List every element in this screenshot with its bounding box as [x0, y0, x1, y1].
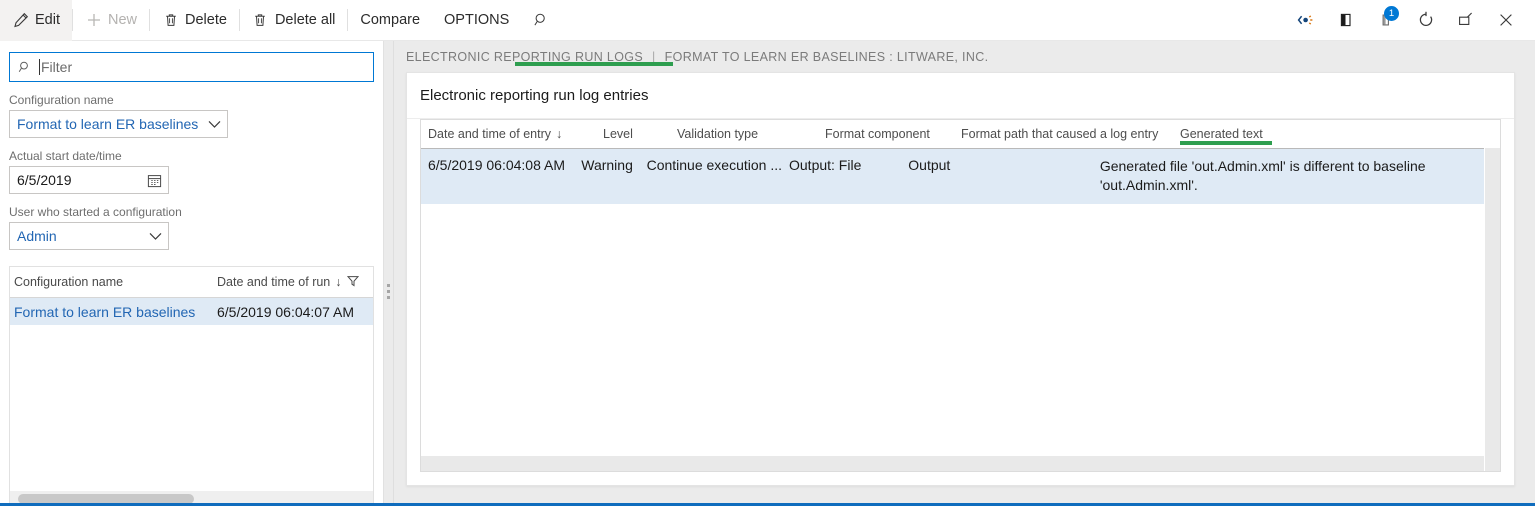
- breadcrumb-current: FORMAT TO LEARN ER BASELINES : LITWARE, …: [665, 50, 989, 64]
- generated-text-cell-annotation: [515, 62, 673, 66]
- close-icon[interactable]: [1487, 0, 1525, 41]
- refresh-icon[interactable]: [1407, 0, 1445, 41]
- help-book-icon[interactable]: [1327, 0, 1365, 41]
- column-header-date-and-time-of-entry-label: Date and time of entry: [428, 127, 551, 141]
- toolbar-search-button[interactable]: [521, 0, 562, 41]
- actual-start-date-value: 6/5/2019: [17, 172, 72, 188]
- delete-button-label: Delete: [185, 12, 227, 28]
- notifications-icon[interactable]: 1: [1367, 0, 1405, 41]
- column-header-validation-type[interactable]: Validation type: [670, 127, 818, 141]
- text-cursor: [39, 59, 40, 75]
- workspace: Filter Configuration name Format to lear…: [0, 41, 1535, 506]
- field-user-who-started: User who started a configuration Admin: [0, 205, 383, 250]
- filter-input-wrapper: Filter: [0, 41, 383, 82]
- page-title: Electronic reporting run log entries: [407, 73, 1514, 119]
- column-header-configuration-name[interactable]: Configuration name: [10, 275, 217, 289]
- filter-pane: Filter Configuration name Format to lear…: [0, 41, 384, 506]
- column-header-date-and-time-of-run[interactable]: Date and time of run ↓: [217, 275, 369, 290]
- field-configuration-name: Configuration name Format to learn ER ba…: [0, 93, 383, 138]
- pane-splitter[interactable]: [384, 41, 394, 506]
- cell-date-and-time-of-entry: 6/5/2019 06:04:08 AM: [421, 157, 574, 195]
- plus-icon: [85, 12, 102, 29]
- list-item-date-and-time-of-run: 6/5/2019 06:04:07 AM: [217, 304, 373, 320]
- run-logs-list-empty-area: [10, 325, 373, 491]
- search-icon: [533, 12, 550, 29]
- table-empty-area: [421, 204, 1484, 456]
- list-item[interactable]: Format to learn ER baselines 6/5/2019 06…: [10, 298, 373, 325]
- column-header-format-path[interactable]: Format path that caused a log entry: [954, 127, 1173, 141]
- edit-button-label: Edit: [35, 12, 60, 28]
- log-entries-grid-body: Date and time of entry ↓ Level Validatio…: [421, 120, 1484, 471]
- delete-all-button[interactable]: Delete all: [240, 0, 347, 41]
- main-content-area: ELECTRONIC REPORTING RUN LOGS | FORMAT T…: [394, 41, 1535, 506]
- table-vertical-scrollbar[interactable]: [1484, 120, 1500, 471]
- settings-diamond-icon[interactable]: [1287, 0, 1325, 41]
- field-actual-start-datetime: Actual start date/time 6/5/2019: [0, 149, 383, 194]
- cell-generated-text-value: Generated file 'out.Admin.xml' is differ…: [1100, 158, 1426, 193]
- cell-format-path: Output: [901, 157, 1093, 195]
- sort-descending-icon: ↓: [335, 275, 341, 289]
- user-who-started-select[interactable]: Admin: [9, 222, 169, 250]
- scrollbar-header-spacer: [1485, 120, 1500, 148]
- new-button[interactable]: New: [73, 0, 149, 41]
- trash-icon: [162, 12, 179, 29]
- table-horizontal-scrollbar[interactable]: [421, 456, 1484, 471]
- options-menu[interactable]: OPTIONS: [432, 0, 521, 41]
- breadcrumb: ELECTRONIC REPORTING RUN LOGS | FORMAT T…: [394, 41, 1535, 72]
- compare-button-label: Compare: [360, 12, 420, 28]
- system-icon-group: 1: [1287, 0, 1535, 41]
- cell-generated-text: Generated file 'out.Admin.xml' is differ…: [1093, 157, 1484, 195]
- configuration-name-select[interactable]: Format to learn ER baselines: [9, 110, 228, 138]
- column-header-level[interactable]: Level: [596, 127, 670, 141]
- field-label-user-who-started: User who started a configuration: [9, 205, 374, 219]
- column-header-date-and-time-of-entry[interactable]: Date and time of entry ↓: [421, 127, 596, 141]
- configuration-name-value: Format to learn ER baselines: [17, 116, 198, 132]
- sort-descending-icon: ↓: [556, 127, 562, 141]
- cell-level: Warning: [574, 157, 639, 195]
- notification-badge-count: 1: [1384, 6, 1399, 21]
- filter-placeholder-text: Filter: [41, 59, 72, 75]
- generated-text-header-annotation: [1180, 141, 1272, 145]
- chevron-down-icon: [149, 232, 162, 241]
- funnel-icon[interactable]: [347, 275, 359, 290]
- compare-button[interactable]: Compare: [348, 0, 432, 41]
- column-header-generated-text[interactable]: Generated text: [1173, 127, 1484, 141]
- filter-input[interactable]: Filter: [9, 52, 374, 82]
- actual-start-date-input[interactable]: 6/5/2019: [9, 166, 169, 194]
- field-label-configuration-name: Configuration name: [9, 93, 374, 107]
- run-logs-list-header: Configuration name Date and time of run …: [10, 267, 373, 298]
- table-row[interactable]: 6/5/2019 06:04:08 AM Warning Continue ex…: [421, 149, 1484, 204]
- cell-format-component: Output: File: [782, 157, 901, 195]
- popout-icon[interactable]: [1447, 0, 1485, 41]
- splitter-grip-dots: [387, 284, 390, 299]
- column-header-generated-text-label: Generated text: [1180, 127, 1263, 141]
- command-bar: Edit New Delete Delete all Compare OPTIO…: [0, 0, 1535, 41]
- log-entries-grid: Date and time of entry ↓ Level Validatio…: [420, 119, 1501, 472]
- trash-icon: [252, 12, 269, 29]
- list-item-configuration-name: Format to learn ER baselines: [10, 304, 217, 320]
- log-entries-card: Electronic reporting run log entries Dat…: [406, 72, 1515, 486]
- options-menu-label: OPTIONS: [444, 12, 509, 28]
- table-header-row: Date and time of entry ↓ Level Validatio…: [421, 120, 1484, 149]
- field-label-actual-start-datetime: Actual start date/time: [9, 149, 374, 163]
- calendar-icon[interactable]: [147, 173, 162, 188]
- user-who-started-value: Admin: [17, 228, 57, 244]
- pencil-icon: [12, 12, 29, 29]
- chevron-down-icon: [208, 120, 221, 129]
- run-logs-list: Configuration name Date and time of run …: [9, 266, 374, 506]
- search-icon: [18, 60, 32, 74]
- edit-button[interactable]: Edit: [0, 0, 72, 41]
- delete-button[interactable]: Delete: [150, 0, 239, 41]
- delete-all-button-label: Delete all: [275, 12, 335, 28]
- column-header-date-and-time-of-run-label: Date and time of run: [217, 275, 330, 289]
- new-button-label: New: [108, 12, 137, 28]
- column-header-format-component[interactable]: Format component: [818, 127, 954, 141]
- cell-validation-type: Continue execution ...: [640, 157, 782, 195]
